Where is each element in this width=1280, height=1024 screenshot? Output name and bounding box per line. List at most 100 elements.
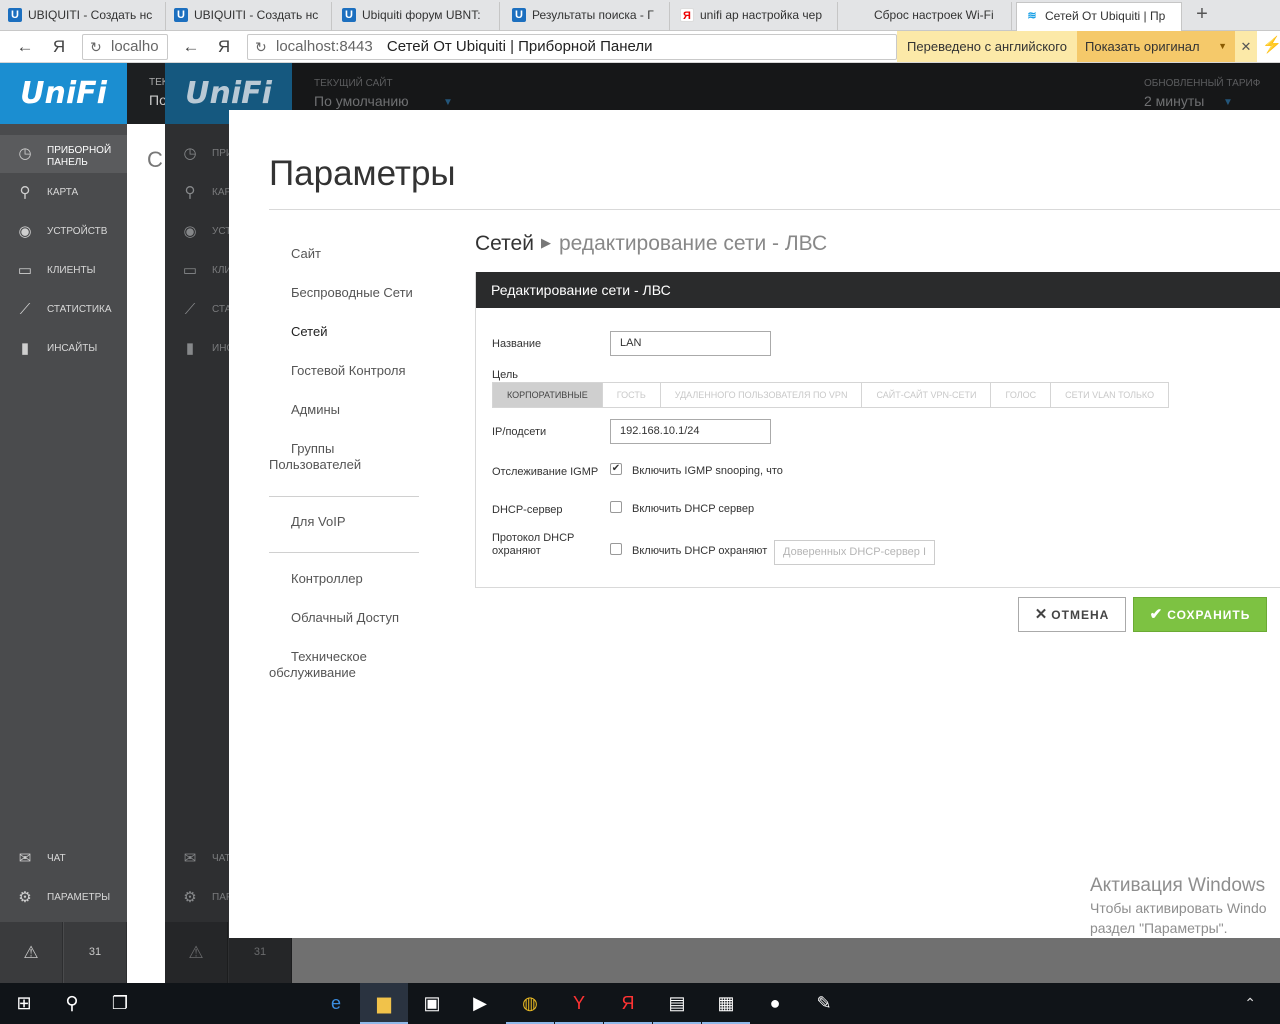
sidebar-item-settings[interactable]: ⚙ Параметры (0, 879, 127, 917)
purpose-guest[interactable]: Гость (603, 383, 661, 407)
sidebar-item-dashboard[interactable]: ◷ Приборной панель (0, 135, 127, 173)
search-button[interactable]: ⚲ (48, 983, 96, 1024)
refresh-icon[interactable]: ↻ (90, 35, 102, 59)
dhcp-guard-checkbox-label[interactable]: Включить DHCP охраняют (632, 545, 767, 557)
new-tab-button[interactable]: + (1190, 3, 1214, 26)
plan-dropdown-icon[interactable]: ▼ (1223, 97, 1233, 108)
browser-tab[interactable]: Яunifi ap настройка чер (672, 2, 838, 31)
sidebar-item-map-pin[interactable]: ⚲ Карта (165, 174, 230, 212)
save-button[interactable]: ✔ СОХРАНИТЬ (1133, 597, 1267, 632)
url-box[interactable]: ↻ localhost:8443 Сетей От Ubiquiti | При… (247, 34, 897, 60)
browser-tab[interactable]: U Ubiquiti форум UBNT: (334, 2, 500, 31)
sidebar-item-chat[interactable]: ✉ Чат (0, 840, 127, 878)
sidebar-item-map-pin[interactable]: ⚲ Карта (0, 174, 127, 212)
background-url-box[interactable]: ↻ localho (82, 34, 168, 60)
settings-menu-voip[interactable]: Для VoIP (291, 514, 441, 530)
settings-menu-maintenance[interactable]: Техническое обслуживание (269, 649, 379, 681)
purpose-corporate[interactable]: Корпоративные (493, 383, 603, 407)
browser-tab-label: UBIQUITI - Создать нс (194, 8, 319, 22)
sidebar-item-clients[interactable]: ▭ Клиенты (0, 252, 127, 290)
background-sidebar: UniFi ◷ Приборной панель ⚲ Карта ◉ Устройств ▭… (0, 63, 127, 983)
breadcrumb-root[interactable]: Сетей (475, 232, 534, 255)
remote-desktop-icon[interactable]: ▦ (702, 983, 750, 1024)
browser-tab[interactable]: U UBIQUITI - Создать нс (0, 2, 166, 31)
sidebar-item-label: Приборной панель (47, 145, 112, 168)
translate-close-icon[interactable]: ✕ (1235, 31, 1257, 62)
task-view-button[interactable]: ❐ (96, 983, 144, 1024)
dhcp-server-checkbox-label[interactable]: Включить DHCP сервер (632, 503, 754, 515)
sidebar-item-dashboard[interactable]: ◷ Приборной панель (165, 135, 229, 173)
yandex-logo-icon[interactable]: Я (48, 36, 70, 58)
tray-chevron-icon[interactable]: ⌃ (1244, 983, 1256, 1024)
browser-tab[interactable]: Сброс настроек Wi-Fi (846, 2, 1012, 31)
unifi-controller-icon[interactable]: ● (751, 983, 799, 1024)
settings-menu-cloud-access[interactable]: Облачный Доступ (291, 610, 441, 626)
dhcp-guard-checkbox[interactable] (610, 543, 622, 555)
sidebar-item-stats[interactable]: ⟋ Статистика (0, 291, 127, 329)
cancel-button[interactable]: ✕ ОТМЕНА (1018, 597, 1126, 632)
sidebar-item-stats[interactable]: ⟋ Статистика (165, 291, 229, 329)
watermark-line-1: Чтобы активировать Windo (1090, 900, 1267, 916)
settings-menu-user-groups[interactable]: Группы Пользователей (269, 441, 379, 473)
purpose-site-vpn[interactable]: Сайт-сайт VPN-сети (862, 383, 992, 407)
settings-menu-site[interactable]: Сайт (291, 246, 441, 262)
clients-icon: ▭ (17, 262, 33, 279)
settings-menu-guest-control[interactable]: Гостевой Контроля (291, 363, 441, 379)
igmp-label: Отслеживание IGMP (492, 466, 599, 478)
menu-divider (269, 552, 419, 553)
sidebar-item-settings[interactable]: ⚙ Параметры (165, 879, 229, 917)
sidebar-item-chat[interactable]: ✉ Чат (165, 840, 229, 878)
purpose-label: Цель (492, 369, 519, 381)
edge-icon[interactable]: e (312, 983, 360, 1024)
devices-icon: ◉ (18, 223, 32, 240)
refresh-icon[interactable]: ↻ (255, 35, 267, 59)
settings-menu-controller[interactable]: Контроллер (291, 571, 441, 587)
browser-tab[interactable]: U Результаты поиска - Г (504, 2, 670, 31)
turbo-icon[interactable]: ⚡ (1262, 35, 1280, 55)
start-button[interactable]: ⊞ (0, 983, 48, 1024)
yandex-browser-icon[interactable]: Y (555, 983, 603, 1024)
store-icon[interactable]: ▣ (408, 983, 456, 1024)
explorer-icon[interactable]: ▆ (360, 983, 408, 1024)
media-player-icon[interactable]: ▶ (456, 983, 504, 1024)
network-app-icon[interactable]: ▤ (653, 983, 701, 1024)
sidebar-item-clients[interactable]: ▭ Клиенты (165, 252, 229, 290)
sidebar-item-devices[interactable]: ◉ Устройств (0, 213, 127, 251)
trusted-dhcp-server-input[interactable]: Доверенных DHCP-сервер I (774, 540, 935, 565)
show-original-button[interactable]: Показать оригинал ▼ (1077, 31, 1235, 62)
igmp-checkbox[interactable]: ✔ (610, 463, 622, 475)
browser-tab[interactable]: ≋ Сетей От Ubiquiti | Пр (1016, 2, 1182, 32)
purpose-voice[interactable]: Голос (991, 383, 1052, 407)
browser-tab[interactable]: U UBIQUITI - Создать нс (166, 2, 332, 31)
browser-tab-label: Сброс настроек Wi-Fi (874, 8, 994, 22)
settings-menu-admins[interactable]: Админы (291, 402, 441, 418)
settings-menu-wireless[interactable]: Беспроводные Сети (291, 285, 441, 301)
current-site-value[interactable]: По умолчанию (314, 93, 409, 109)
ip-subnet-input[interactable]: 192.168.10.1/24 (610, 419, 771, 444)
browser-tab-label: Ubiquiti форум UBNT: (362, 8, 481, 22)
yandex-logo-icon[interactable]: Я (213, 36, 235, 58)
calendar-icon[interactable]: 31 (64, 922, 127, 983)
dhcp-server-checkbox[interactable] (610, 501, 622, 513)
alerts-icon[interactable]: ⚠ (0, 922, 63, 983)
alerts-icon[interactable]: ⚠ (165, 922, 228, 983)
plan-value[interactable]: 2 минуты (1144, 93, 1204, 109)
name-input[interactable]: LAN (610, 331, 771, 356)
purpose-vlan-only[interactable]: Сети VLAN только (1051, 383, 1168, 407)
yandex-icon[interactable]: Я (604, 983, 652, 1024)
paint-icon[interactable]: ✎ (800, 983, 848, 1024)
sidebar-item-devices[interactable]: ◉ Устройств (165, 213, 229, 251)
sidebar-item-insights[interactable]: ▮ Инсайты (165, 330, 229, 368)
igmp-checkbox-label[interactable]: Включить IGMP snooping, что (632, 465, 783, 477)
dropdown-caret-icon[interactable]: ▼ (1218, 31, 1227, 62)
settings-menu-networks[interactable]: Сетей (291, 324, 441, 340)
chrome-icon[interactable]: ◍ (506, 983, 554, 1024)
purpose-remote-vpn[interactable]: Удаленного пользователя по VPN (661, 383, 863, 407)
back-arrow-icon[interactable]: ← (180, 36, 202, 58)
sidebar-item-insights[interactable]: ▮ Инсайты (0, 330, 127, 368)
site-dropdown-icon[interactable]: ▼ (443, 97, 453, 108)
unifi-logo: UniFi (0, 63, 127, 124)
save-label: СОХРАНИТЬ (1167, 608, 1251, 622)
back-arrow-icon[interactable]: ← (14, 36, 36, 58)
front-header: Текущий сайт По умолчанию ▼ Обновленный … (292, 63, 1280, 110)
